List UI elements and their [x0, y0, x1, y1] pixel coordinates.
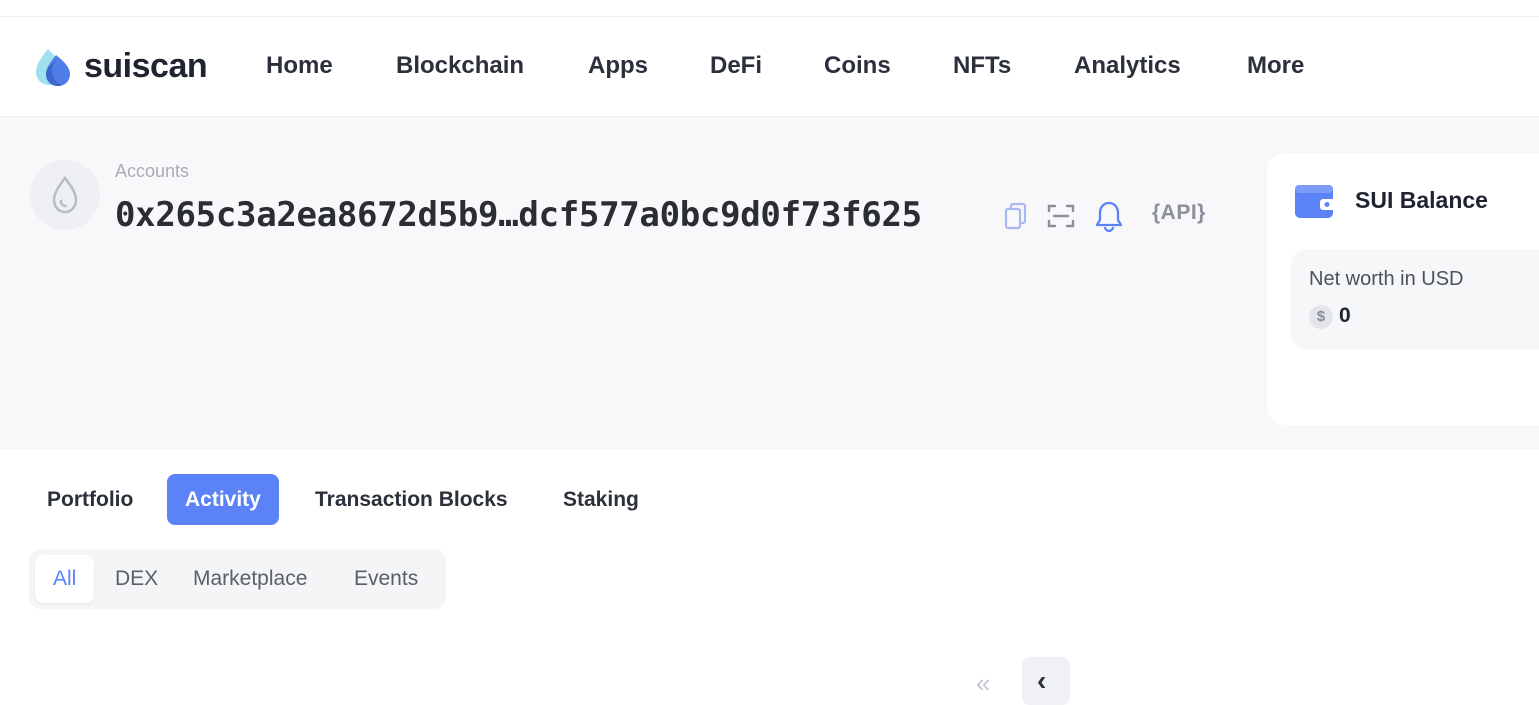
brand-name: suiscan: [84, 47, 208, 85]
subtab-all[interactable]: All: [35, 555, 95, 603]
account-header-section: Accounts 0x265c3a2ea8672d5b9…dcf577a0bc9…: [0, 117, 1539, 449]
breadcrumb[interactable]: Accounts: [115, 161, 189, 182]
previous-page-button[interactable]: ‹: [1022, 657, 1070, 705]
bell-icon[interactable]: [1095, 200, 1123, 237]
nav-apps[interactable]: Apps: [588, 51, 648, 81]
subtab-marketplace[interactable]: Marketplace: [175, 555, 325, 603]
suiscan-logo-icon: [36, 49, 70, 86]
nav-analytics[interactable]: Analytics: [1074, 51, 1181, 81]
qr-scan-icon[interactable]: [1047, 203, 1075, 234]
copy-icon[interactable]: [1004, 202, 1028, 235]
tab-staking[interactable]: Staking: [545, 474, 657, 525]
nav-home[interactable]: Home: [266, 51, 333, 81]
subtab-dex[interactable]: DEX: [97, 555, 176, 603]
net-worth-value: 0: [1339, 304, 1351, 327]
net-worth-label: Net worth in USD: [1309, 268, 1464, 290]
tab-portfolio[interactable]: Portfolio: [29, 474, 151, 525]
sui-balance-card: SUI Balance Net worth in USD $ 0: [1267, 153, 1539, 425]
nav-coins[interactable]: Coins: [824, 51, 891, 81]
balance-card-title: SUI Balance: [1355, 187, 1488, 213]
brand-logo[interactable]: suiscan: [30, 43, 208, 89]
nav-blockchain[interactable]: Blockchain: [396, 51, 524, 81]
nav-nfts[interactable]: NFTs: [953, 51, 1011, 81]
nav-defi[interactable]: DeFi: [710, 51, 762, 81]
tab-activity[interactable]: Activity: [167, 474, 279, 525]
tab-transaction-blocks[interactable]: Transaction Blocks: [297, 474, 526, 525]
wallet-icon: [1295, 185, 1336, 218]
dollar-coin-icon: $: [1309, 305, 1333, 329]
site-header: suiscan Home Blockchain Apps DeFi Coins …: [0, 17, 1539, 117]
first-page-icon[interactable]: «: [976, 668, 990, 699]
activity-filter-tabs: All DEX Marketplace Events: [29, 549, 446, 609]
account-address: 0x265c3a2ea8672d5b9…dcf577a0bc9d0f73f625: [115, 195, 922, 235]
account-avatar: [30, 160, 100, 230]
api-button[interactable]: {API}: [1152, 201, 1206, 225]
sui-drop-icon: [52, 175, 78, 214]
chevron-left-icon: ‹: [1037, 665, 1047, 696]
subtab-events[interactable]: Events: [336, 555, 436, 603]
nav-more[interactable]: More: [1247, 51, 1304, 81]
net-worth-panel: Net worth in USD $ 0: [1291, 249, 1539, 349]
